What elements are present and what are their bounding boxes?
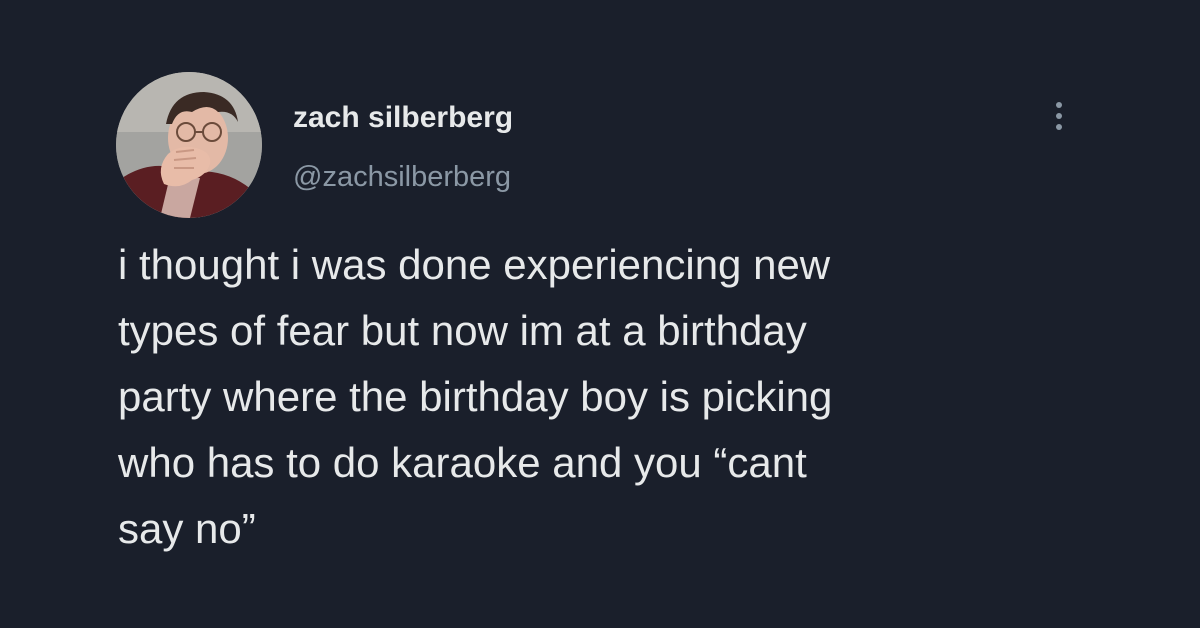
more-options-icon (1056, 102, 1062, 108)
tweet-text-line: i thought i was done experiencing new (118, 241, 831, 288)
more-options-button[interactable] (1046, 96, 1072, 136)
tweet-text-line: say no” (118, 505, 256, 552)
author-display-name[interactable]: zach silberberg (293, 101, 513, 135)
more-options-icon-dot (1056, 124, 1062, 130)
tweet-text-line: types of fear but now im at a birthday (118, 307, 807, 354)
tweet-card: zach silberberg @zachsilberberg i though… (0, 0, 1200, 628)
profile-photo-icon (116, 72, 262, 218)
tweet-text-line: who has to do karaoke and you “cant (118, 439, 807, 486)
avatar[interactable] (116, 72, 262, 218)
author-handle[interactable]: @zachsilberberg (293, 161, 511, 194)
tweet-text-line: party where the birthday boy is picking (118, 373, 833, 420)
tweet-text: i thought i was done experiencing new ty… (118, 232, 1118, 562)
more-options-icon-dot (1056, 113, 1062, 119)
